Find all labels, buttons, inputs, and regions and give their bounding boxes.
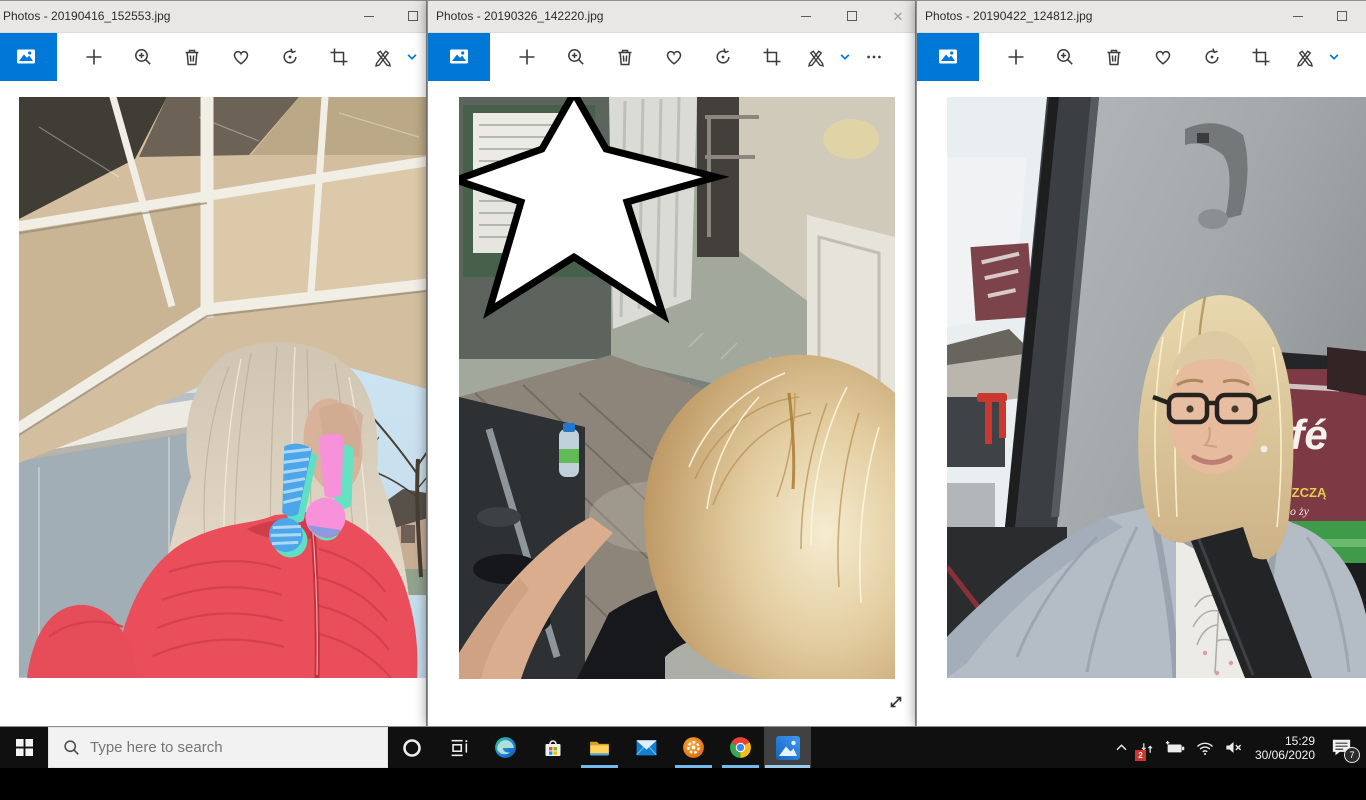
photo-illustration-hair-selfie xyxy=(459,97,895,679)
search-icon xyxy=(63,739,80,756)
chrome-icon xyxy=(728,735,753,760)
delete-button[interactable] xyxy=(1089,33,1138,81)
titlebar-2[interactable]: Photos - 20190326_142220.jpg ✕ xyxy=(428,1,915,33)
maximize-button[interactable] xyxy=(398,1,427,31)
battery-icon[interactable] xyxy=(1160,727,1191,768)
favourite-button[interactable] xyxy=(649,33,698,81)
taskbar: 2 15:29 30/06/2020 xyxy=(0,727,1366,768)
wifi-icon[interactable] xyxy=(1191,727,1219,768)
running-indicator xyxy=(675,765,712,768)
edit-and-create-button[interactable] xyxy=(796,33,836,81)
photo-20190416[interactable] xyxy=(19,97,426,678)
rotate-button[interactable] xyxy=(1187,33,1236,81)
photo-canvas-2[interactable] xyxy=(428,81,915,727)
running-indicator xyxy=(722,765,759,768)
toolbar-2 xyxy=(428,33,915,81)
notification-count-badge: 7 xyxy=(1344,747,1360,763)
toolbar-1 xyxy=(0,33,426,81)
task-view-button[interactable] xyxy=(435,727,482,768)
window-title: Photos - 20190326_142220.jpg xyxy=(436,9,603,23)
edge-icon xyxy=(493,735,518,760)
photos-logo-icon xyxy=(0,33,57,81)
close-button[interactable]: ✕ xyxy=(883,1,913,31)
toolbar-3 xyxy=(917,33,1366,81)
see-more-button[interactable] xyxy=(854,33,894,81)
volume-muted-icon[interactable] xyxy=(1219,727,1248,768)
photo-20190326[interactable] xyxy=(459,97,895,679)
media-burner-button[interactable] xyxy=(670,727,717,768)
window-title: Photos - 20190416_152553.jpg xyxy=(3,9,170,23)
photos-app-icon xyxy=(775,735,801,761)
edge-button[interactable] xyxy=(482,727,529,768)
chevron-down-icon[interactable] xyxy=(836,33,854,81)
maximize-button[interactable] xyxy=(837,1,867,31)
media-burner-icon xyxy=(681,735,706,760)
photo-illustration-canopy-selfie xyxy=(19,97,426,678)
start-button[interactable] xyxy=(0,727,48,768)
chevron-down-icon[interactable] xyxy=(403,33,421,81)
active-indicator xyxy=(765,765,810,768)
minimize-button[interactable] xyxy=(354,1,384,31)
mail-button[interactable] xyxy=(623,727,670,768)
desktop: Photos - 20190416_152553.jpg xyxy=(0,0,1366,800)
edit-and-create-button[interactable] xyxy=(363,33,403,81)
delete-button[interactable] xyxy=(600,33,649,81)
running-indicator xyxy=(581,765,618,768)
photos-logo-icon xyxy=(428,33,490,81)
delete-button[interactable] xyxy=(167,33,216,81)
window-title: Photos - 20190422_124812.jpg xyxy=(925,9,1092,23)
taskbar-clock[interactable]: 15:29 30/06/2020 xyxy=(1248,734,1322,762)
crop-button[interactable] xyxy=(314,33,363,81)
store-button[interactable] xyxy=(529,727,576,768)
photos-logo-icon xyxy=(917,33,979,81)
chrome-button[interactable] xyxy=(717,727,764,768)
minimize-button[interactable] xyxy=(791,1,821,31)
titlebar-3[interactable]: Photos - 20190422_124812.jpg xyxy=(917,1,1366,33)
zoom-button[interactable] xyxy=(1040,33,1089,81)
crop-button[interactable] xyxy=(1236,33,1285,81)
photos-window-2: Photos - 20190326_142220.jpg ✕ xyxy=(427,0,916,727)
add-button[interactable] xyxy=(502,33,551,81)
windows-logo-icon xyxy=(16,739,33,756)
task-view-icon xyxy=(448,737,470,759)
taskbar-search[interactable] xyxy=(48,727,388,768)
add-button[interactable] xyxy=(991,33,1040,81)
favourite-button[interactable] xyxy=(1138,33,1187,81)
file-explorer-button[interactable] xyxy=(576,727,623,768)
photos-window-3: Photos - 20190422_124812.jpg xyxy=(916,0,1366,727)
photos-window-1: Photos - 20190416_152553.jpg xyxy=(0,0,427,727)
minimize-button[interactable] xyxy=(1283,1,1313,31)
photo-canvas-1[interactable] xyxy=(0,81,426,727)
edit-and-create-button[interactable] xyxy=(1285,33,1325,81)
photos-app-button[interactable] xyxy=(764,727,811,768)
store-icon xyxy=(541,736,565,760)
favourite-button[interactable] xyxy=(216,33,265,81)
action-center-button[interactable]: 7 xyxy=(1322,727,1360,768)
mail-icon xyxy=(634,735,659,760)
rotate-button[interactable] xyxy=(698,33,747,81)
crop-button[interactable] xyxy=(747,33,796,81)
clock-time: 15:29 xyxy=(1255,734,1315,748)
clock-date: 30/06/2020 xyxy=(1255,748,1315,762)
tray-chevron-up[interactable] xyxy=(1109,727,1134,768)
add-button[interactable] xyxy=(69,33,118,81)
maximize-button[interactable] xyxy=(1327,1,1357,31)
tray-updater-icon[interactable]: 2 xyxy=(1134,727,1160,768)
system-tray: 2 15:29 30/06/2020 xyxy=(1109,727,1366,768)
rotate-button[interactable] xyxy=(265,33,314,81)
photo-canvas-3[interactable]: efé CZYSZCZĄ dba o ży xyxy=(917,81,1366,727)
expand-icon[interactable] xyxy=(887,693,905,716)
update-badge: 2 xyxy=(1135,750,1146,761)
file-explorer-icon xyxy=(587,735,612,760)
search-input[interactable] xyxy=(90,739,340,756)
zoom-button[interactable] xyxy=(118,33,167,81)
photo-illustration-car-selfie: efé CZYSZCZĄ dba o ży xyxy=(947,97,1366,678)
cortana-icon xyxy=(401,737,423,759)
chevron-down-icon[interactable] xyxy=(1325,33,1343,81)
zoom-button[interactable] xyxy=(551,33,600,81)
cortana-button[interactable] xyxy=(388,727,435,768)
photo-20190422[interactable]: efé CZYSZCZĄ dba o ży xyxy=(947,97,1366,678)
titlebar-1[interactable]: Photos - 20190416_152553.jpg xyxy=(0,1,426,33)
